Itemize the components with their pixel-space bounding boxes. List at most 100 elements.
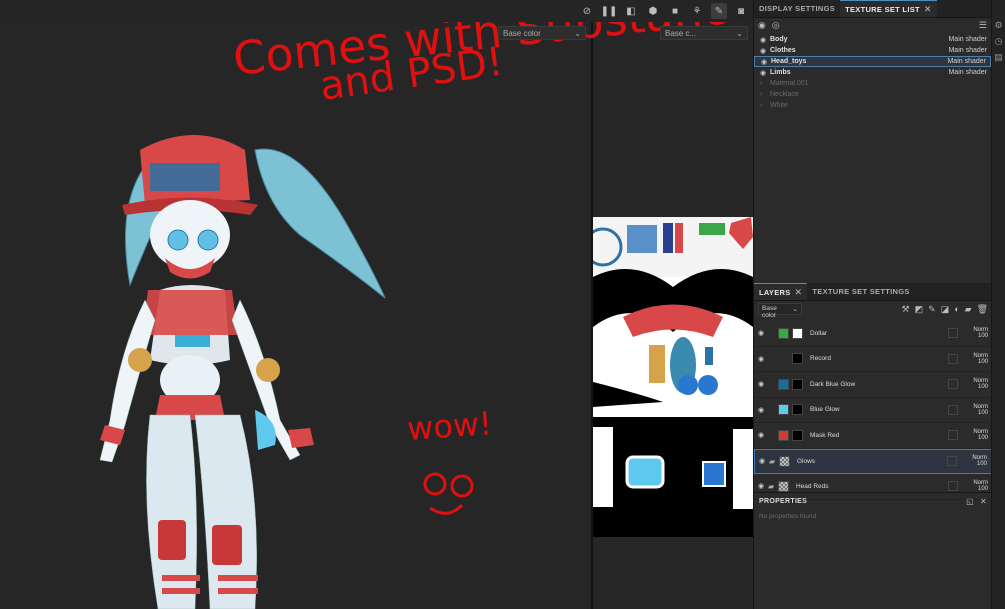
layer-row[interactable]: ◉ Blue Glow Norm 100 (754, 398, 992, 423)
video-camera-icon[interactable]: ■ (667, 3, 683, 19)
folder-icon[interactable]: ▰ (769, 457, 779, 466)
layer-opacity[interactable]: 100 (977, 461, 987, 467)
layer-row[interactable]: ◉ Dollar Norm 100 (754, 321, 992, 347)
channel-select-2d[interactable]: Base c... ⌄ (660, 26, 748, 40)
texture-set-item[interactable]: ◉ Head_toys Main shader (754, 56, 991, 67)
layer-blend[interactable]: Norm 100 (962, 378, 988, 390)
layer-opacity-box[interactable] (948, 430, 958, 441)
eye-icon[interactable]: ◉ (758, 482, 768, 490)
eye-icon[interactable]: ◉ (759, 457, 769, 465)
layer-mask-thumbnail[interactable] (792, 378, 803, 390)
layer-row[interactable]: ◉ Dark Blue Glow Norm 100 (754, 372, 992, 398)
folder-icon[interactable]: ▰ (965, 304, 972, 315)
texture-set-list: ◉ Body Main shader ◉ Clothes Main shader ◉ Head… (754, 32, 991, 111)
layer-blend[interactable]: Norm 100 (962, 429, 988, 441)
layer-opacity-box[interactable] (947, 456, 957, 467)
list-menu-icon[interactable]: ☰ (979, 20, 987, 31)
layer-opacity[interactable]: 100 (978, 435, 988, 441)
log-icon[interactable]: ▤ (994, 52, 1004, 62)
layer-opacity-box[interactable] (948, 379, 958, 390)
tab-texture-set-settings[interactable]: TEXTURE SET SETTINGS (807, 283, 914, 300)
texture-set-item[interactable]: › Necklace (754, 89, 991, 100)
eye-icon[interactable]: ◉ (758, 431, 768, 439)
wrench-icon[interactable]: ⚒ (902, 304, 910, 315)
close-icon[interactable]: ✕ (980, 497, 987, 506)
eye-icon[interactable]: ◉ (760, 47, 768, 55)
pause-icon[interactable]: ❚❚ (601, 3, 618, 19)
channel-select-3d[interactable]: Base color ⌄ (498, 26, 586, 40)
chevron-right-icon[interactable]: › (760, 102, 768, 109)
eye-icon[interactable]: ◉ (758, 355, 768, 363)
layer-thumbnail[interactable] (778, 429, 789, 441)
texture-set-shader[interactable]: Main shader (947, 58, 986, 65)
viewport-2d[interactable] (593, 22, 753, 609)
layers-channel-select[interactable]: Base color ⌄ (758, 303, 802, 319)
layer-row[interactable]: ◉ Mask Red Norm 100 (754, 423, 992, 449)
layer-opacity-box[interactable] (948, 481, 958, 492)
eye-icon[interactable]: ◉ (758, 380, 768, 388)
eye-icon[interactable]: ◉ (758, 329, 768, 337)
layer-blend[interactable]: Norm 100 (961, 455, 987, 467)
fill-icon[interactable]: ◪ (941, 304, 950, 315)
layer-blend[interactable]: Norm 100 (962, 404, 988, 416)
effects-icon[interactable]: ◐ (954, 304, 959, 315)
cube-icon[interactable]: ◧ (623, 3, 639, 19)
texture-set-item[interactable]: ◉ Limbs Main shader (754, 67, 991, 78)
layer-mask-thumbnail[interactable] (792, 327, 803, 339)
paint-brush-icon[interactable]: ✎ (711, 3, 727, 19)
layer-blend[interactable]: Norm 100 (962, 327, 988, 339)
layer-opacity[interactable]: 100 (978, 384, 988, 390)
render-icon[interactable]: ⚘ (689, 3, 705, 19)
camera-off-icon[interactable]: ⊘ (579, 3, 595, 19)
chevron-right-icon[interactable]: › (760, 91, 768, 98)
eye-toggle-icon[interactable]: ◉ (758, 20, 766, 31)
layer-row[interactable]: ◉ ▰ Glows Norm 100 (754, 448, 992, 474)
layer-opacity[interactable]: 100 (978, 359, 988, 365)
layer-opacity[interactable]: 100 (978, 333, 988, 339)
layer-thumbnail[interactable] (778, 404, 789, 416)
texture-set-shader[interactable]: Main shader (948, 47, 987, 54)
screenshot-icon[interactable]: ◙ (733, 3, 749, 19)
tab-display-settings[interactable]: DISPLAY SETTINGS (754, 0, 840, 17)
texture-set-item[interactable]: ◉ Clothes Main shader (754, 45, 991, 56)
texture-set-item[interactable]: › Material.001 (754, 78, 991, 89)
history-icon[interactable]: ◷ (994, 36, 1004, 46)
box-icon[interactable]: ⬢ (645, 3, 661, 19)
eye-icon[interactable]: ◉ (758, 406, 768, 414)
layer-mask-thumbnail[interactable] (792, 353, 803, 365)
layer-opacity-box[interactable] (948, 353, 958, 364)
viewport-3d[interactable] (0, 0, 592, 609)
eye-icon[interactable]: ◉ (761, 58, 769, 66)
layer-thumbnail[interactable] (779, 455, 790, 467)
eye-icon[interactable]: ◎ (772, 20, 780, 31)
close-icon[interactable]: ✕ (795, 287, 803, 298)
add-mask-icon[interactable]: ◩ (915, 304, 924, 315)
undock-icon[interactable]: ◱ (966, 497, 974, 506)
layer-blend[interactable]: Norm 100 (962, 353, 988, 365)
texture-set-item[interactable]: ◉ Body Main shader (754, 34, 991, 45)
chevron-right-icon[interactable]: › (760, 80, 768, 87)
layer-row[interactable]: ◉ Record Norm 100 (754, 347, 992, 372)
layer-thumbnail[interactable] (778, 480, 789, 492)
layer-opacity-box[interactable] (948, 404, 958, 415)
trash-icon[interactable]: 🗑 (977, 304, 988, 315)
gear-icon[interactable]: ⚙ (994, 20, 1004, 30)
texture-set-shader[interactable]: Main shader (948, 69, 987, 76)
texture-set-item[interactable]: › White (754, 100, 991, 111)
brush-icon[interactable]: ✎ (928, 304, 936, 315)
tab-texture-set-list[interactable]: TEXTURE SET LIST ✕ (840, 0, 937, 17)
layer-blend[interactable]: Norm 100 (962, 480, 988, 492)
layer-thumbnail[interactable] (778, 327, 789, 339)
eye-icon[interactable]: ◉ (760, 69, 768, 77)
layer-thumbnail[interactable] (778, 378, 789, 390)
layer-thumbnail[interactable] (778, 353, 789, 365)
tab-layers[interactable]: LAYERS ✕ (754, 283, 808, 300)
folder-icon[interactable]: ▰ (768, 482, 778, 491)
layer-mask-thumbnail[interactable] (792, 404, 803, 416)
layer-opacity[interactable]: 100 (978, 410, 988, 416)
close-icon[interactable]: ✕ (924, 4, 932, 15)
layer-opacity-box[interactable] (948, 328, 958, 339)
eye-icon[interactable]: ◉ (760, 36, 768, 44)
layer-mask-thumbnail[interactable] (792, 429, 803, 441)
texture-set-shader[interactable]: Main shader (948, 36, 987, 43)
